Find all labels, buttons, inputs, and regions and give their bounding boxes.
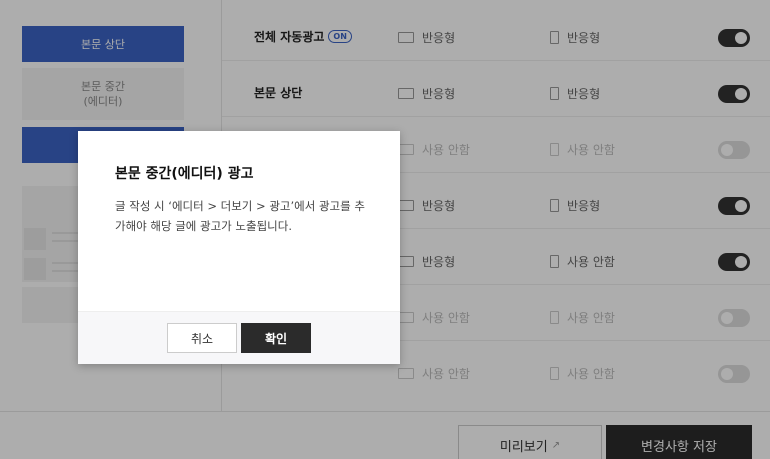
modal-body-line-1: 글 작성 시 ‘에디터 > 더보기 > 광고’에서 광고를 추 bbox=[115, 199, 365, 213]
cancel-button[interactable]: 취소 bbox=[167, 323, 237, 353]
modal-title: 본문 중간(에디터) 광고 bbox=[115, 166, 254, 182]
modal-body: 글 작성 시 ‘에디터 > 더보기 > 광고’에서 광고를 추 가해야 해당 글… bbox=[115, 196, 377, 236]
confirm-button[interactable]: 확인 bbox=[241, 323, 311, 353]
modal-footer: 취소 확인 bbox=[78, 311, 400, 364]
info-modal: 본문 중간(에디터) 광고 글 작성 시 ‘에디터 > 더보기 > 광고’에서 … bbox=[78, 131, 400, 364]
modal-body-line-2: 가해야 해당 글에 광고가 노출됩니다. bbox=[115, 219, 292, 233]
